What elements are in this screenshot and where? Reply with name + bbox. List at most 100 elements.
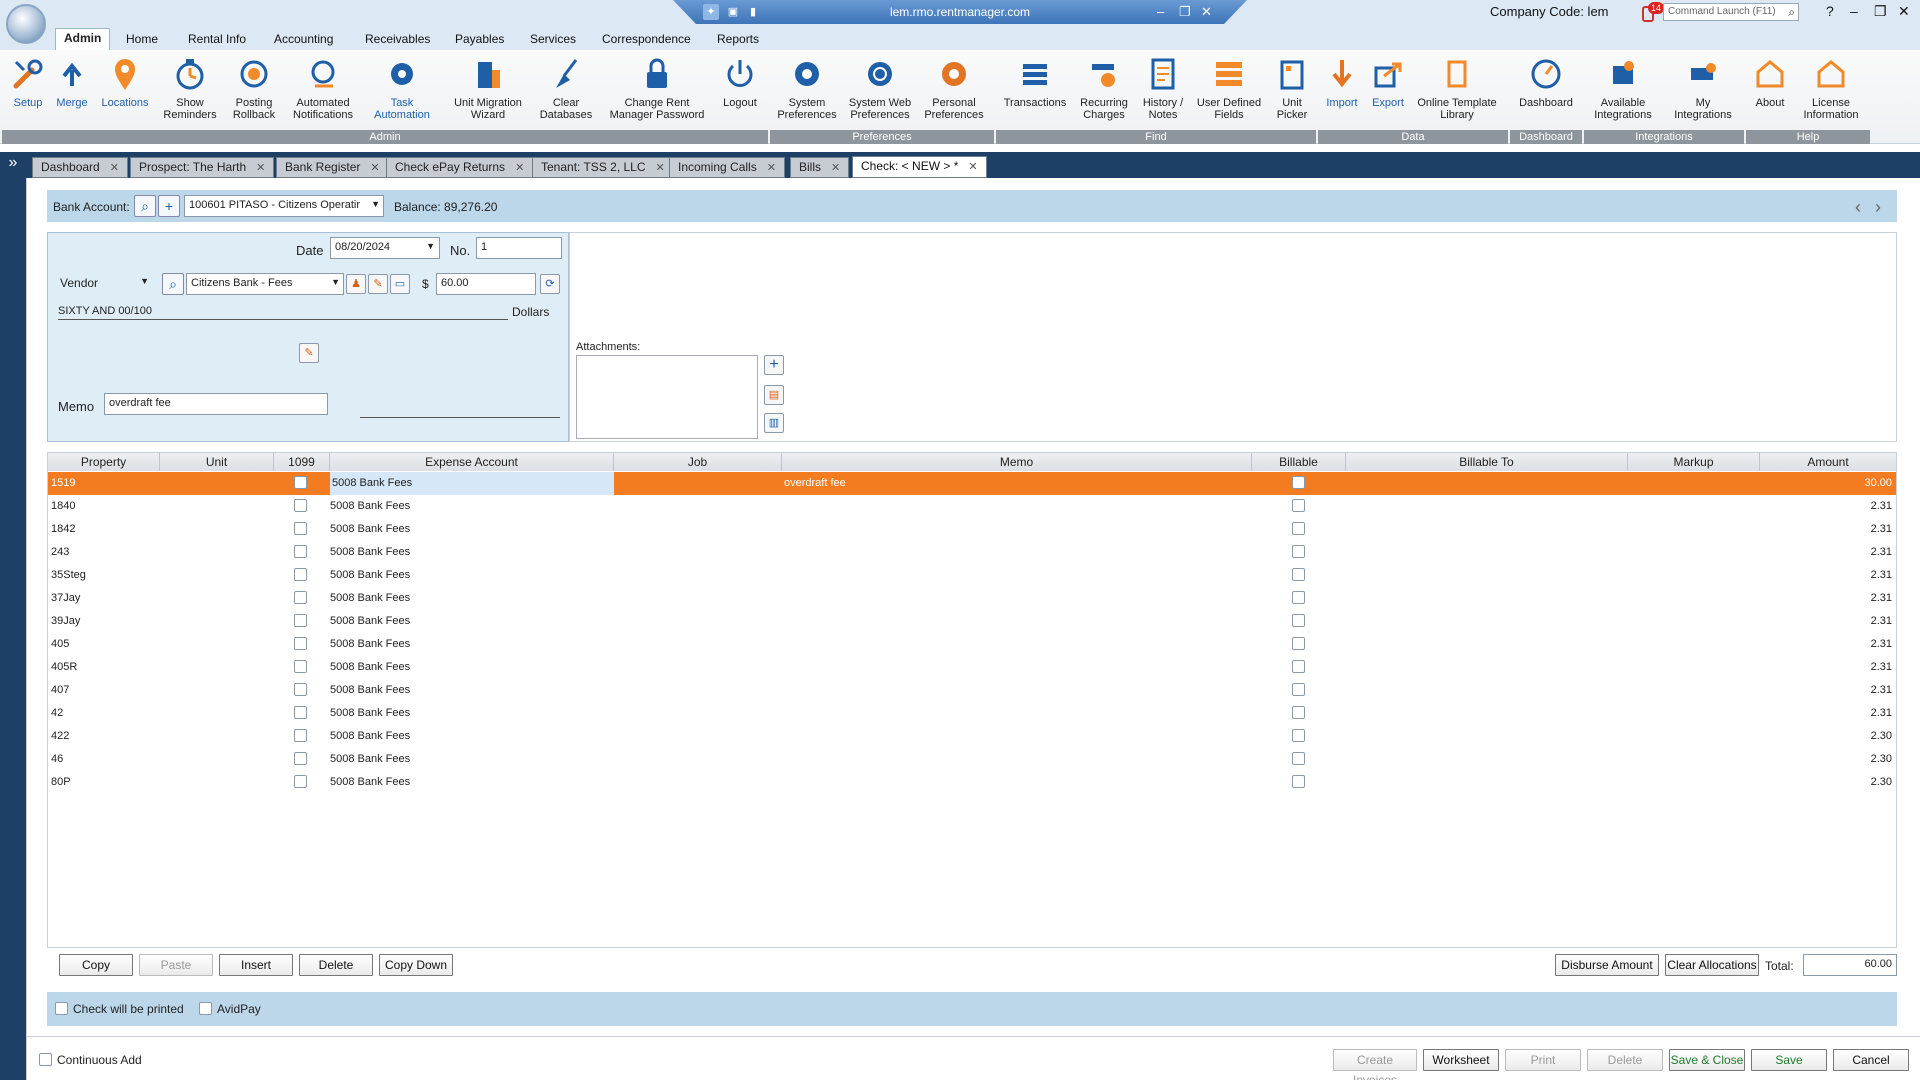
- form-1099-checkbox[interactable]: [294, 614, 307, 627]
- menu-tab-receivables[interactable]: Receivables: [357, 30, 438, 48]
- property-cell[interactable]: 35Steg: [51, 569, 86, 581]
- transactions-button[interactable]: Transactions: [1000, 56, 1070, 109]
- table-row[interactable]: 405 5008 Bank Fees 2.31: [48, 633, 1896, 656]
- expense-account-cell[interactable]: 5008 Bank Fees: [330, 707, 614, 719]
- create-invoices-button[interactable]: Create Invoices: [1333, 1049, 1417, 1080]
- available-integrations-button[interactable]: Available Integrations: [1588, 56, 1658, 121]
- menu-tab-rental-info[interactable]: Rental Info: [180, 30, 254, 48]
- doc-tab-incoming-calls[interactable]: Incoming Calls ✕: [669, 157, 785, 178]
- attachment-options-icon[interactable]: ▥: [764, 413, 784, 433]
- billable-checkbox[interactable]: [1292, 729, 1305, 742]
- amount-cell[interactable]: 2.31: [1760, 707, 1892, 719]
- export-button[interactable]: Export: [1368, 56, 1408, 109]
- scan-attachment-icon[interactable]: ▤: [764, 385, 784, 405]
- amount-cell[interactable]: 2.31: [1760, 546, 1892, 558]
- memo-input[interactable]: overdraft fee: [104, 393, 328, 415]
- bank-account-select[interactable]: 100601 PITASO - Citizens Operatir ▼: [184, 195, 384, 217]
- col-property[interactable]: Property: [48, 453, 160, 471]
- form-1099-checkbox[interactable]: [294, 522, 307, 535]
- expense-account-cell[interactable]: 5008 Bank Fees: [330, 592, 614, 604]
- check-number-input[interactable]: 1: [476, 237, 562, 259]
- property-cell[interactable]: 405: [51, 638, 69, 650]
- card-icon[interactable]: ▭: [390, 274, 410, 294]
- next-icon[interactable]: ›: [1875, 197, 1881, 218]
- amount-cell[interactable]: 2.30: [1760, 776, 1892, 788]
- close-icon[interactable]: ✕: [1898, 3, 1910, 20]
- table-row[interactable]: 1519 5008 Bank Fees overdraft fee 30.00: [48, 472, 1896, 495]
- minimize-icon[interactable]: –: [1850, 3, 1858, 19]
- expense-account-cell[interactable]: 5008 Bank Fees: [330, 500, 614, 512]
- save-close-button[interactable]: Save & Close: [1669, 1049, 1745, 1071]
- insert-button[interactable]: Insert: [219, 954, 293, 976]
- table-row[interactable]: 37Jay 5008 Bank Fees 2.31: [48, 587, 1896, 610]
- property-cell[interactable]: 42: [51, 707, 63, 719]
- clear-databases-button[interactable]: Clear Databases: [536, 56, 596, 121]
- continuous-add-checkbox[interactable]: [39, 1053, 52, 1066]
- add-bank-icon[interactable]: +: [158, 195, 180, 217]
- automated-notifications-button[interactable]: Automated Notifications: [288, 56, 358, 121]
- chevron-down-icon[interactable]: ▼: [426, 241, 435, 251]
- edit-payee-icon[interactable]: ✎: [368, 274, 388, 294]
- locations-button[interactable]: Locations: [98, 56, 152, 109]
- user-defined-fields-button[interactable]: User Defined Fields: [1194, 56, 1264, 121]
- property-cell[interactable]: 1519: [51, 477, 75, 489]
- save-button[interactable]: Save: [1751, 1049, 1827, 1071]
- table-row[interactable]: 35Steg 5008 Bank Fees 2.31: [48, 564, 1896, 587]
- form-1099-checkbox[interactable]: [294, 568, 307, 581]
- form-1099-checkbox[interactable]: [294, 637, 307, 650]
- col-billable-to[interactable]: Billable To: [1346, 453, 1628, 471]
- app-logo[interactable]: [6, 4, 46, 44]
- col-amount[interactable]: Amount: [1760, 453, 1896, 471]
- doc-tab-bank-register[interactable]: Bank Register ✕: [276, 157, 389, 178]
- amount-cell[interactable]: 2.30: [1760, 730, 1892, 742]
- clear-allocations-button[interactable]: Clear Allocations: [1665, 954, 1759, 976]
- copy-button[interactable]: Copy: [59, 954, 133, 976]
- task-automation-button[interactable]: Task Automation: [368, 56, 436, 121]
- posting-rollback-button[interactable]: Posting Rollback: [226, 56, 282, 121]
- doc-tab-check-new[interactable]: Check: < NEW > * ✕: [852, 156, 987, 178]
- billable-checkbox[interactable]: [1292, 591, 1305, 604]
- search-bank-icon[interactable]: ⌕: [134, 195, 156, 217]
- recurring-charges-button[interactable]: Recurring Charges: [1076, 56, 1132, 121]
- print-button[interactable]: Print: [1505, 1049, 1581, 1071]
- col-memo[interactable]: Memo: [782, 453, 1252, 471]
- form-1099-checkbox[interactable]: [294, 545, 307, 558]
- property-cell[interactable]: 80P: [51, 776, 71, 788]
- menu-tab-accounting[interactable]: Accounting: [266, 30, 341, 48]
- online-template-library-button[interactable]: Online Template Library: [1414, 56, 1500, 121]
- property-cell[interactable]: 405R: [51, 661, 77, 673]
- merge-button[interactable]: Merge: [52, 56, 92, 109]
- property-cell[interactable]: 407: [51, 684, 69, 696]
- billable-checkbox[interactable]: [1292, 752, 1305, 765]
- col-1099[interactable]: 1099: [274, 453, 330, 471]
- disburse-amount-button[interactable]: Disburse Amount: [1555, 954, 1659, 976]
- restore-icon[interactable]: ❐: [1874, 3, 1887, 20]
- table-row[interactable]: 422 5008 Bank Fees 2.30: [48, 725, 1896, 748]
- close-tab-icon[interactable]: ✕: [968, 161, 977, 173]
- search-payee-icon[interactable]: ⌕: [162, 273, 184, 295]
- form-1099-checkbox[interactable]: [294, 476, 307, 489]
- notification-bell[interactable]: 14: [1640, 2, 1665, 23]
- billable-checkbox[interactable]: [1292, 683, 1305, 696]
- doc-tab-bills[interactable]: Bills ✕: [790, 157, 850, 178]
- menu-tab-reports[interactable]: Reports: [709, 30, 767, 48]
- expense-account-cell[interactable]: 5008 Bank Fees: [330, 776, 614, 788]
- payee-type-select[interactable]: Vendor ▼: [56, 273, 152, 295]
- property-cell[interactable]: 37Jay: [51, 592, 80, 604]
- form-1099-checkbox[interactable]: [294, 752, 307, 765]
- system-preferences-button[interactable]: System Preferences: [776, 56, 838, 121]
- unit-picker-button[interactable]: Unit Picker: [1272, 56, 1312, 121]
- table-row[interactable]: 1840 5008 Bank Fees 2.31: [48, 495, 1896, 518]
- dashboard-button[interactable]: Dashboard: [1514, 56, 1578, 109]
- amount-input[interactable]: 60.00: [436, 273, 536, 295]
- worksheet-button[interactable]: Worksheet: [1423, 1049, 1499, 1071]
- search-icon[interactable]: ⌕: [1788, 5, 1795, 20]
- property-cell[interactable]: 243: [51, 546, 69, 558]
- expense-account-cell[interactable]: 5008 Bank Fees: [330, 730, 614, 742]
- close-remote-icon[interactable]: ✕: [1201, 0, 1212, 24]
- table-row[interactable]: 39Jay 5008 Bank Fees 2.31: [48, 610, 1896, 633]
- delete-row-button[interactable]: Delete: [299, 954, 373, 976]
- close-tab-icon[interactable]: ✕: [656, 162, 665, 174]
- restore-remote-icon[interactable]: ❐: [1179, 0, 1191, 24]
- copy-down-button[interactable]: Copy Down: [379, 954, 453, 976]
